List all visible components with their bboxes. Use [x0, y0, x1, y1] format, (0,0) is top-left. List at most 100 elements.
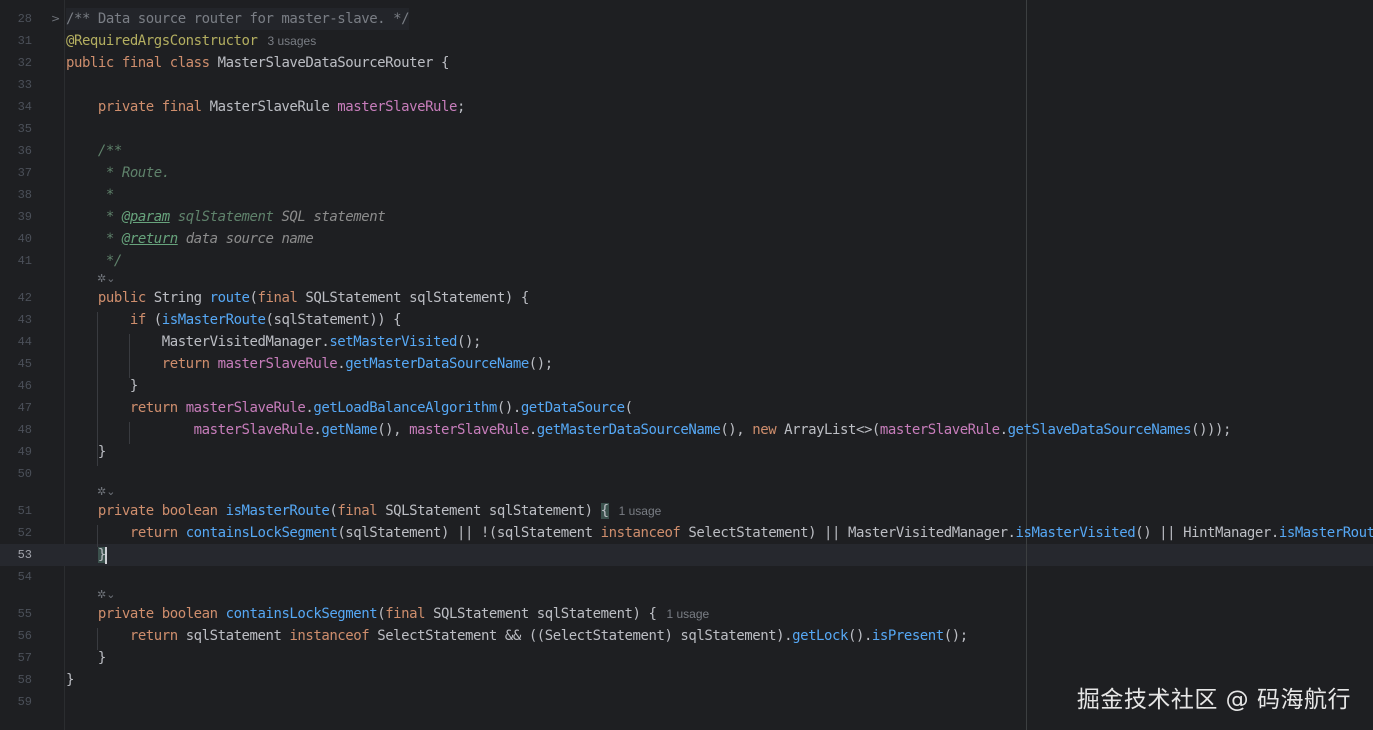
line-number[interactable]: 40: [0, 228, 32, 250]
code-line[interactable]: 38 *: [0, 184, 1373, 206]
line-number[interactable]: 52: [0, 522, 32, 544]
line-number[interactable]: 50: [0, 463, 32, 485]
code-text[interactable]: return masterSlaveRule.getLoadBalanceAlg…: [66, 397, 633, 419]
line-number[interactable]: 39: [0, 206, 32, 228]
code-text[interactable]: * Route.: [66, 162, 170, 184]
code-line[interactable]: 34 private final MasterSlaveRule masterS…: [0, 96, 1373, 118]
line-number[interactable]: 43: [0, 309, 32, 331]
code-line[interactable]: 39 * @param sqlStatement SQL statement: [0, 206, 1373, 228]
line-number[interactable]: 56: [0, 625, 32, 647]
line-number[interactable]: 32: [0, 52, 32, 74]
text-caret: [104, 546, 107, 564]
line-number[interactable]: 42: [0, 287, 32, 309]
code-text[interactable]: }: [66, 441, 106, 463]
code-line[interactable]: 48 masterSlaveRule.getName(), masterSlav…: [0, 419, 1373, 441]
code-text[interactable]: /** Data source router for master-slave.…: [66, 8, 410, 30]
code-text[interactable]: private final MasterSlaveRule masterSlav…: [66, 96, 465, 118]
usages-hint[interactable]: 1 usage: [619, 504, 662, 518]
line-number[interactable]: 58: [0, 669, 32, 691]
code-text[interactable]: }: [66, 544, 107, 566]
line-number[interactable]: 48: [0, 419, 32, 441]
code-line[interactable]: 52 return containsLockSegment(sqlStateme…: [0, 522, 1373, 544]
code-line[interactable]: 37 * Route.: [0, 162, 1373, 184]
code-text[interactable]: return sqlStatement instanceof SelectSta…: [66, 625, 968, 647]
code-line[interactable]: 46 }: [0, 375, 1373, 397]
ai-assist-icon[interactable]: ✲⌄: [97, 484, 115, 500]
code-line[interactable]: 31 @RequiredArgsConstructor 3 usages: [0, 30, 1373, 52]
line-number[interactable]: 28: [0, 8, 32, 30]
code-text[interactable]: @RequiredArgsConstructor 3 usages: [66, 30, 316, 52]
code-line[interactable]: 40 * @return data source name: [0, 228, 1373, 250]
code-line[interactable]: 42 public String route(final SQLStatemen…: [0, 287, 1373, 309]
line-number[interactable]: 44: [0, 331, 32, 353]
code-text[interactable]: /**: [66, 140, 122, 162]
code-text[interactable]: */: [66, 250, 122, 272]
code-line[interactable]: 47 return masterSlaveRule.getLoadBalance…: [0, 397, 1373, 419]
code-line[interactable]: 44 MasterVisitedManager.setMasterVisited…: [0, 331, 1373, 353]
ai-assist-icon[interactable]: ✲⌄: [97, 587, 115, 603]
code-line[interactable]: 51 private boolean isMasterRoute(final S…: [0, 500, 1373, 522]
code-text[interactable]: MasterVisitedManager.setMasterVisited();: [66, 331, 482, 353]
line-number[interactable]: 53: [0, 544, 32, 566]
line-number[interactable]: 34: [0, 96, 32, 118]
usages-hint[interactable]: 3 usages: [268, 34, 317, 48]
usages-hint[interactable]: 1 usage: [666, 607, 709, 621]
code-editor[interactable]: ✲⌄ ✲⌄ ✲⌄ 28 > /** Data source router for m…: [0, 0, 1373, 730]
code-text[interactable]: * @param sqlStatement SQL statement: [66, 206, 386, 228]
code-line[interactable]: 49 }: [0, 441, 1373, 463]
code-token: @RequiredArgsConstructor: [66, 33, 258, 49]
line-number[interactable]: 45: [0, 353, 32, 375]
line-number[interactable]: 36: [0, 140, 32, 162]
code-line[interactable]: 33: [0, 74, 1373, 96]
code-text[interactable]: private boolean containsLockSegment(fina…: [66, 603, 709, 625]
line-number[interactable]: 46: [0, 375, 32, 397]
line-number[interactable]: 37: [0, 162, 32, 184]
code-text[interactable]: public String route(final SQLStatement s…: [66, 287, 529, 309]
code-line[interactable]: 57 }: [0, 647, 1373, 669]
code-text[interactable]: }: [66, 669, 74, 691]
code-line[interactable]: 41 */: [0, 250, 1373, 272]
line-number[interactable]: 49: [0, 441, 32, 463]
line-number[interactable]: 38: [0, 184, 32, 206]
line-number[interactable]: 51: [0, 500, 32, 522]
code-token: masterSlaveRule: [409, 422, 529, 438]
code-line[interactable]: 55 private boolean containsLockSegment(f…: [0, 603, 1373, 625]
line-number[interactable]: 33: [0, 74, 32, 96]
ai-assist-icon[interactable]: ✲⌄: [97, 271, 115, 287]
code-line[interactable]: 32 public final class MasterSlaveDataSour…: [0, 52, 1373, 74]
code-line[interactable]: 50: [0, 463, 1373, 485]
code-line[interactable]: 56 return sqlStatement instanceof Select…: [0, 625, 1373, 647]
line-number[interactable]: 55: [0, 603, 32, 625]
code-token: SQL statement: [273, 209, 386, 225]
code-line[interactable]: 43 if (isMasterRoute(sqlStatement)) {: [0, 309, 1373, 331]
code-token: @param: [121, 209, 170, 225]
code-text[interactable]: }: [66, 647, 106, 669]
code-line[interactable]: 36 /**: [0, 140, 1373, 162]
code-line[interactable]: 54: [0, 566, 1373, 588]
code-token: getLock: [792, 628, 848, 644]
code-line[interactable]: 28 > /** Data source router for master-sla…: [0, 8, 1373, 30]
line-number[interactable]: 54: [0, 566, 32, 588]
code-text[interactable]: *: [66, 184, 114, 206]
line-number[interactable]: 41: [0, 250, 32, 272]
code-token: masterSlaveRule: [337, 99, 457, 115]
line-number[interactable]: 47: [0, 397, 32, 419]
line-number[interactable]: 35: [0, 118, 32, 140]
code-text[interactable]: if (isMasterRoute(sqlStatement)) {: [66, 309, 402, 331]
code-text[interactable]: public final class MasterSlaveDataSource…: [66, 52, 449, 74]
code-text[interactable]: private boolean isMasterRoute(final SQLS…: [66, 500, 661, 522]
code-line[interactable]: 35: [0, 118, 1373, 140]
code-line[interactable]: 53 }: [0, 544, 1373, 566]
line-number[interactable]: 57: [0, 647, 32, 669]
code-line[interactable]: 45 return masterSlaveRule.getMasterDataS…: [0, 353, 1373, 375]
code-text[interactable]: return masterSlaveRule.getMasterDataSour…: [66, 353, 553, 375]
code-text[interactable]: return containsLockSegment(sqlStatement)…: [66, 522, 1373, 544]
code-text[interactable]: }: [66, 375, 138, 397]
fold-toggle-icon[interactable]: >: [51, 8, 61, 30]
line-number[interactable]: 31: [0, 30, 32, 52]
code-text[interactable]: masterSlaveRule.getName(), masterSlaveRu…: [66, 419, 1232, 441]
code-token: (sqlStatement) || !(sqlStatement: [337, 525, 601, 541]
line-number[interactable]: 59: [0, 691, 32, 713]
code-text[interactable]: * @return data source name: [66, 228, 314, 250]
